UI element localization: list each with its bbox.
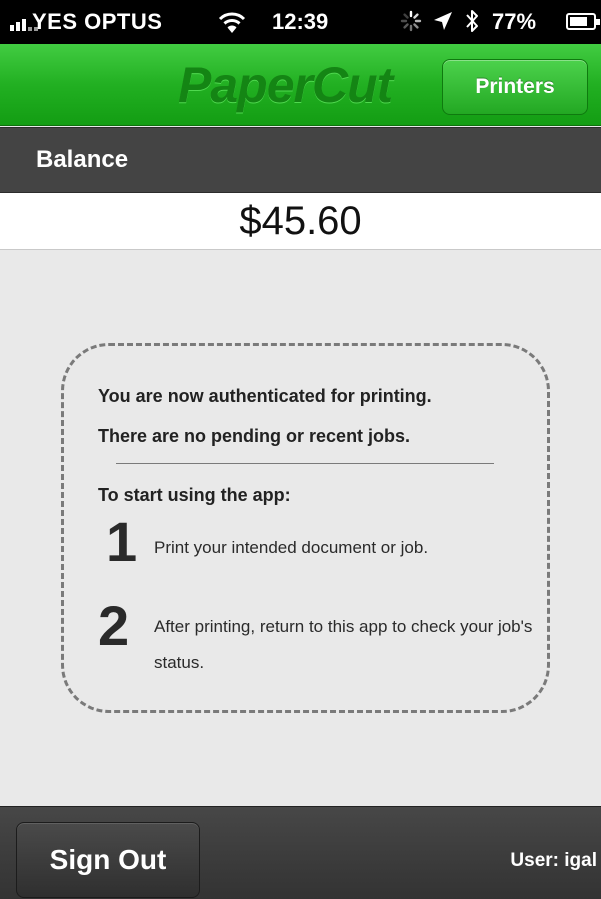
step-number-2: 2	[98, 594, 130, 657]
papercut-logo: PaperCut	[178, 57, 393, 113]
sign-out-button[interactable]: Sign Out	[16, 822, 200, 898]
printers-button[interactable]: Printers	[442, 59, 588, 115]
balance-amount: $45.60	[239, 199, 362, 243]
battery-icon	[566, 13, 600, 30]
bottom-bar: Sign Out User: igal	[0, 806, 601, 899]
clock: 12:39	[272, 9, 329, 34]
step-text-2: After printing, return to this app to ch…	[154, 617, 533, 672]
bluetooth-icon	[466, 10, 478, 32]
carrier-name: YES OPTUS	[32, 9, 163, 34]
battery-percent: 77%	[492, 9, 537, 34]
wifi-icon	[218, 12, 246, 33]
balance-header: Balance	[0, 127, 601, 193]
step-text-1: Print your intended document or job.	[154, 538, 429, 557]
balance-row: $45.60	[0, 193, 601, 250]
authenticated-message: You are now authenticated for printing.	[98, 386, 432, 406]
step-number-1: 1	[106, 510, 138, 573]
user-label: User: igal	[510, 850, 597, 871]
location-icon	[434, 12, 452, 30]
activity-spinner-icon	[400, 10, 422, 32]
no-jobs-message: There are no pending or recent jobs.	[98, 426, 411, 446]
info-panel: You are now authenticated for printing. …	[61, 343, 550, 713]
balance-label: Balance	[36, 146, 129, 173]
divider	[116, 463, 494, 464]
start-label: To start using the app:	[98, 485, 291, 505]
status-bar: YES OPTUS 12:39 77%	[0, 0, 601, 44]
nav-bar: PaperCut Printers	[0, 44, 601, 126]
